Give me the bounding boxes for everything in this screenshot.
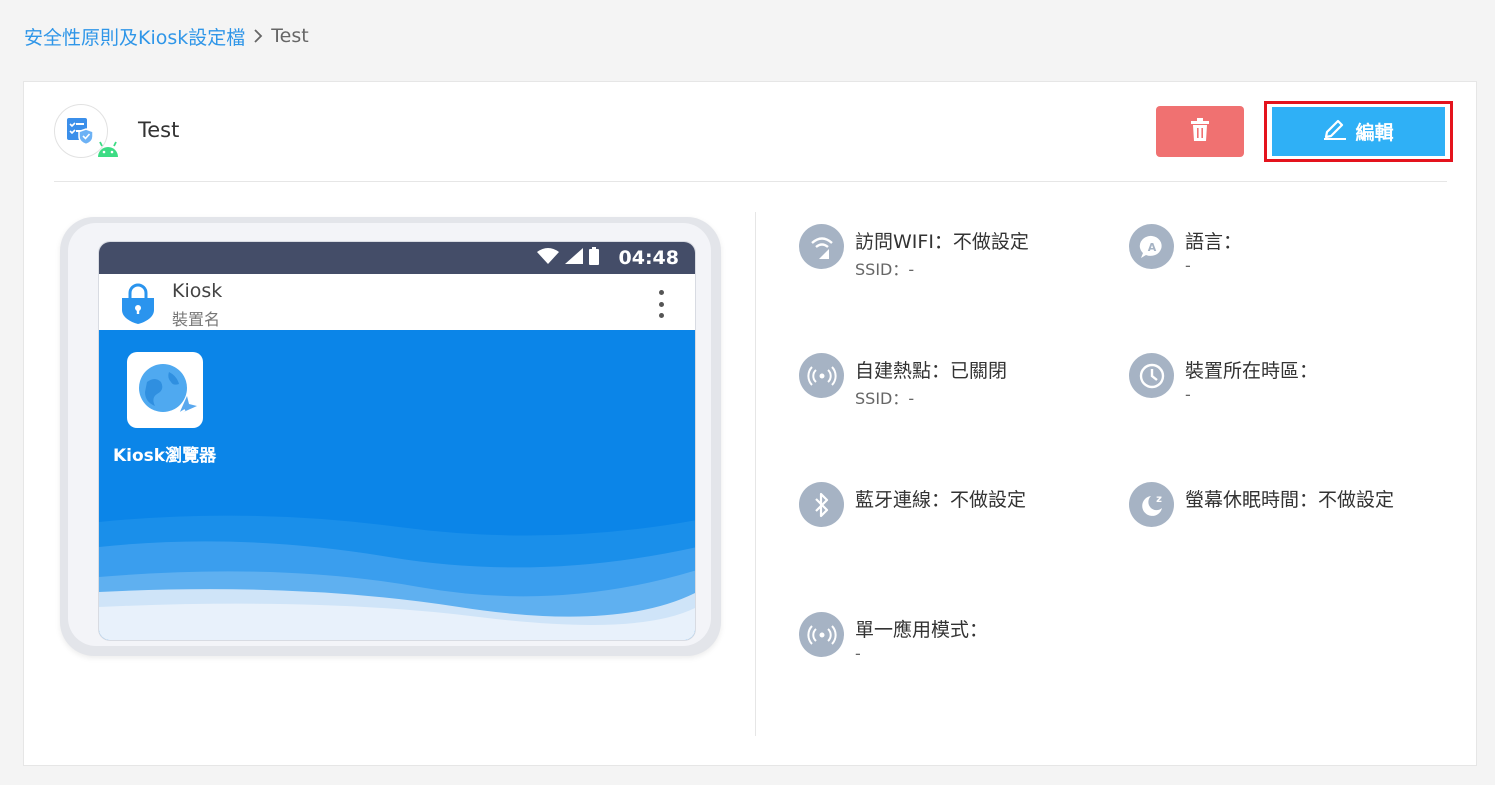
cell-signal-icon	[564, 247, 583, 269]
setting-screen-sleep: z 螢幕休眠時間：不做設定	[1129, 482, 1449, 532]
device-preview: 04:48 Kiosk 裝置名 Kiosk瀏覽器	[60, 217, 721, 656]
setting-single-app-value: -	[855, 644, 861, 663]
setting-hotspot-ssid: SSID：-	[855, 389, 915, 408]
edit-button[interactable]: 編輯	[1272, 107, 1445, 156]
setting-wifi-title: 訪問WIFI：不做設定	[855, 231, 1029, 253]
svg-text:A: A	[1147, 241, 1156, 254]
status-bar: 04:48	[99, 242, 695, 274]
header-divider	[54, 181, 1447, 182]
battery-icon	[588, 246, 599, 270]
clock-icon	[1129, 353, 1174, 398]
status-time: 04:48	[618, 247, 679, 269]
breadcrumb: 安全性原則及Kiosk設定檔 Test	[24, 23, 309, 50]
more-menu-icon	[655, 290, 667, 318]
setting-screen-sleep-title: 螢幕休眠時間：不做設定	[1185, 489, 1395, 511]
single-app-icon	[799, 612, 844, 657]
breadcrumb-link-policies[interactable]: 安全性原則及Kiosk設定檔	[24, 23, 245, 50]
kiosk-browser-app-icon	[127, 352, 203, 428]
wave-decoration	[99, 515, 695, 640]
hotspot-icon	[799, 353, 844, 398]
breadcrumb-current: Test	[271, 25, 309, 47]
sleep-moon-icon: z	[1129, 482, 1174, 527]
setting-bluetooth-title: 藍牙連線：不做設定	[855, 489, 1027, 511]
content-divider	[755, 212, 756, 736]
pencil-icon	[1323, 118, 1355, 145]
setting-hotspot: 自建熱點：已關閉 SSID：-	[799, 353, 1099, 413]
edit-button-label: 編輯	[1355, 122, 1394, 144]
device-name-label: 裝置名	[172, 310, 221, 329]
setting-bluetooth: 藍牙連線：不做設定	[799, 482, 1099, 532]
language-icon: A	[1129, 224, 1174, 269]
setting-timezone-title: 裝置所在時區：	[1185, 360, 1319, 382]
setting-hotspot-title: 自建熱點：已關閉	[855, 360, 1008, 382]
setting-language: A 語言： -	[1129, 224, 1429, 284]
chevron-right-icon	[245, 28, 271, 44]
edit-button-highlight: 編輯	[1264, 101, 1453, 162]
delete-button[interactable]	[1156, 106, 1244, 157]
kiosk-title: Kiosk	[172, 280, 223, 302]
setting-language-title: 語言：	[1185, 231, 1243, 253]
svg-text:z: z	[1156, 494, 1162, 505]
trash-icon	[1190, 117, 1210, 146]
device-screen: 04:48 Kiosk 裝置名 Kiosk瀏覽器	[98, 241, 696, 641]
kiosk-home-screen: Kiosk瀏覽器	[99, 330, 695, 640]
setting-single-app: 單一應用模式： -	[799, 612, 1099, 672]
kiosk-browser-app-label: Kiosk瀏覽器	[113, 446, 217, 466]
profile-name: Test	[138, 118, 180, 142]
setting-wifi-ssid: SSID：-	[855, 260, 915, 279]
bluetooth-icon	[799, 482, 844, 527]
wifi-icon	[799, 224, 844, 269]
android-icon	[96, 140, 120, 162]
setting-timezone-value: -	[1185, 385, 1191, 404]
setting-language-value: -	[1185, 256, 1191, 275]
profile-detail-card: Test 編輯 04:48 Kiosk 裝置名 Kiosk瀏覽器 訪問WIFI：…	[23, 81, 1477, 766]
wifi-signal-icon	[536, 247, 559, 269]
setting-wifi: 訪問WIFI：不做設定 SSID：-	[799, 224, 1099, 284]
device-frame: 04:48 Kiosk 裝置名 Kiosk瀏覽器	[68, 223, 711, 646]
setting-single-app-title: 單一應用模式：	[855, 619, 989, 641]
lock-icon	[119, 282, 157, 328]
kiosk-app-bar: Kiosk 裝置名	[99, 274, 695, 330]
setting-timezone: 裝置所在時區： -	[1129, 353, 1429, 413]
